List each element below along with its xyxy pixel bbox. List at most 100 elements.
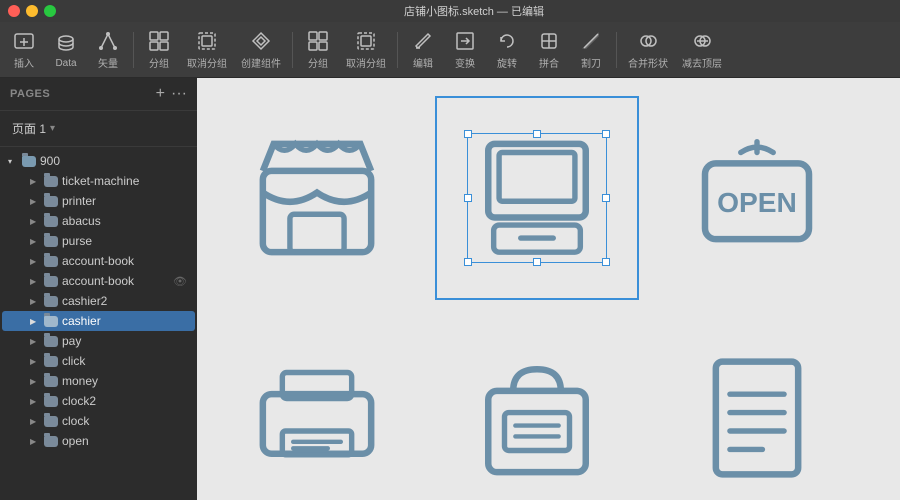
icon-open-sign[interactable]: OPEN: [657, 98, 857, 298]
data-button[interactable]: Data: [46, 27, 86, 73]
transform-button[interactable]: 变换: [445, 27, 485, 73]
chevron-right-icon: ▶: [30, 257, 40, 266]
flatten-icon: [537, 30, 561, 52]
layer-pay[interactable]: ▶ pay: [2, 331, 195, 351]
folder-icon: [44, 176, 58, 187]
chevron-right-icon: ▶: [30, 197, 40, 206]
svg-text:OPEN: OPEN: [717, 187, 797, 218]
folder-icon: [44, 436, 58, 447]
chevron-right-icon: ▶: [30, 297, 40, 306]
ungroup-label: 取消分组: [187, 55, 227, 70]
knife-label: 割刀: [581, 55, 601, 70]
layer-open[interactable]: ▶ open: [2, 431, 195, 451]
rotate-button[interactable]: 旋转: [487, 27, 527, 73]
layer-money[interactable]: ▶ money: [2, 371, 195, 391]
icon-cashier-machine[interactable]: [437, 98, 637, 298]
page-item[interactable]: 页面 1 ▾: [8, 117, 189, 140]
maximize-button[interactable]: [44, 5, 56, 17]
vector-icon: [96, 30, 120, 52]
folder-icon: [44, 296, 58, 307]
close-button[interactable]: [8, 5, 20, 17]
merge-shape-button[interactable]: 合并形状: [622, 27, 674, 73]
separator-3: [397, 32, 398, 68]
folder-icon: [22, 156, 36, 167]
minimize-button[interactable]: [26, 5, 38, 17]
layer-printer[interactable]: ▶ printer: [2, 191, 195, 211]
ungroup-button[interactable]: 取消分组: [181, 27, 233, 73]
traffic-lights: [8, 5, 56, 17]
group-icon: [147, 30, 171, 52]
edit-button[interactable]: 编辑: [403, 27, 443, 73]
icon-abacus-bag[interactable]: [437, 318, 637, 500]
layer-cashier2[interactable]: ▶ cashier2: [2, 291, 195, 311]
sidebar: PAGES + ··· 页面 1 ▾ ▾ 900 ▶ ticket-machi: [0, 78, 197, 500]
chevron-right-icon: ▶: [30, 177, 40, 186]
knife-icon: [579, 30, 603, 52]
layer-account-book2-label: account-book: [62, 274, 169, 288]
chevron-right-icon: ▶: [30, 277, 40, 286]
layer-clock[interactable]: ▶ clock: [2, 411, 195, 431]
title-bar: 店铺小图标.sketch — 已编辑: [0, 0, 900, 22]
layer-pay-label: pay: [62, 334, 187, 348]
icon-printer[interactable]: [217, 318, 417, 500]
rotate-label: 旋转: [497, 55, 517, 70]
create-component-icon: [249, 30, 273, 52]
handle-mr[interactable]: [602, 194, 610, 202]
folder-icon: [44, 336, 58, 347]
transform-label: 变换: [455, 55, 475, 70]
layer-abacus[interactable]: ▶ abacus: [2, 211, 195, 231]
chevron-right-icon: ▶: [30, 417, 40, 426]
handle-ml[interactable]: [464, 194, 472, 202]
layer-account-book1-label: account-book: [62, 254, 187, 268]
layer-purse[interactable]: ▶ purse: [2, 231, 195, 251]
layer-ticket-machine[interactable]: ▶ ticket-machine: [2, 171, 195, 191]
layer-money-label: money: [62, 374, 187, 388]
add-page-button[interactable]: +: [156, 86, 165, 102]
layer-root-label: 900: [40, 154, 187, 168]
chevron-right-icon: ▶: [30, 357, 40, 366]
chevron-right-icon: ▶: [30, 337, 40, 346]
handle-br[interactable]: [602, 258, 610, 266]
handle-tl[interactable]: [464, 130, 472, 138]
eye-icon: 👁: [173, 275, 187, 288]
ungroup2-label: 取消分组: [346, 55, 386, 70]
folder-icon: [44, 316, 58, 327]
flatten-button[interactable]: 拼合: [529, 27, 569, 73]
group-label: 分组: [149, 55, 169, 70]
rotate-icon: [495, 30, 519, 52]
chevron-right-icon: ▶: [30, 377, 40, 386]
insert-button[interactable]: 插入: [4, 27, 44, 73]
create-component-button[interactable]: 创建组件: [235, 27, 287, 73]
canvas-area[interactable]: OPEN: [197, 78, 900, 500]
layer-account-book2[interactable]: ▶ account-book 👁: [2, 271, 195, 291]
chevron-right-icon: ▶: [30, 317, 40, 326]
ungroup-icon: [195, 30, 219, 52]
icon-receipt[interactable]: [657, 318, 857, 500]
edit-label: 编辑: [413, 55, 433, 70]
folder-icon: [44, 356, 58, 367]
layer-clock2[interactable]: ▶ clock2: [2, 391, 195, 411]
ungroup2-button[interactable]: 取消分组: [340, 27, 392, 73]
vector-button[interactable]: 矢量: [88, 27, 128, 73]
more-pages-button[interactable]: ···: [171, 86, 187, 102]
layer-cashier[interactable]: ▶ cashier: [2, 311, 195, 331]
layer-purse-label: purse: [62, 234, 187, 248]
remove-vertex-button[interactable]: 减去顶层: [676, 27, 728, 73]
layer-account-book1[interactable]: ▶ account-book: [2, 251, 195, 271]
layer-click[interactable]: ▶ click: [2, 351, 195, 371]
insert-icon: [12, 30, 36, 52]
handle-tr[interactable]: [602, 130, 610, 138]
knife-button[interactable]: 割刀: [571, 27, 611, 73]
group-button[interactable]: 分组: [139, 27, 179, 73]
icon-store[interactable]: [217, 98, 417, 298]
remove-vertex-icon: [690, 30, 714, 52]
insert-label: 插入: [14, 55, 34, 70]
chevron-right-icon: ▶: [30, 397, 40, 406]
layer-printer-label: printer: [62, 194, 187, 208]
chevron-right-icon: ▶: [30, 237, 40, 246]
group2-button[interactable]: 分组: [298, 27, 338, 73]
handle-bl[interactable]: [464, 258, 472, 266]
data-label: Data: [55, 58, 76, 69]
page-label: 页面 1: [12, 120, 46, 137]
layer-root[interactable]: ▾ 900: [2, 151, 195, 171]
